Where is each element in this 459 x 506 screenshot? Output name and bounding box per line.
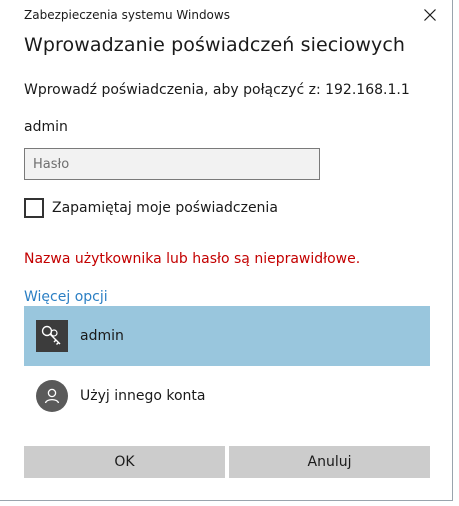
more-options-link[interactable]: Więcej opcji: [24, 289, 108, 305]
connect-target-text: Wprowadź poświadczenia, aby połączyć z: …: [24, 82, 410, 98]
account-label: admin: [80, 328, 124, 344]
ok-button[interactable]: OK: [24, 446, 225, 478]
remember-label: Zapamiętaj moje poświadczenia: [52, 200, 278, 216]
close-icon: [424, 9, 436, 21]
window-title: Zabezpieczenia systemu Windows: [24, 8, 230, 22]
credentials-dialog: Zabezpieczenia systemu Windows Wprowadza…: [0, 0, 453, 501]
password-input[interactable]: [24, 148, 320, 180]
username-label: admin: [24, 119, 68, 135]
dialog-heading: Wprowadzanie poświadczeń sieciowych: [24, 34, 406, 56]
account-label: Użyj innego konta: [80, 388, 206, 404]
account-option-admin[interactable]: admin: [24, 306, 430, 366]
error-message: Nazwa użytkownika lub hasło są nieprawid…: [24, 251, 361, 267]
remember-credentials-row[interactable]: Zapamiętaj moje poświadczenia: [24, 198, 278, 218]
remember-checkbox[interactable]: [24, 198, 44, 218]
close-button[interactable]: [416, 3, 444, 27]
key-icon: [36, 320, 68, 352]
cancel-button[interactable]: Anuluj: [229, 446, 430, 478]
person-icon: [36, 380, 68, 412]
account-option-other[interactable]: Użyj innego konta: [24, 366, 430, 426]
